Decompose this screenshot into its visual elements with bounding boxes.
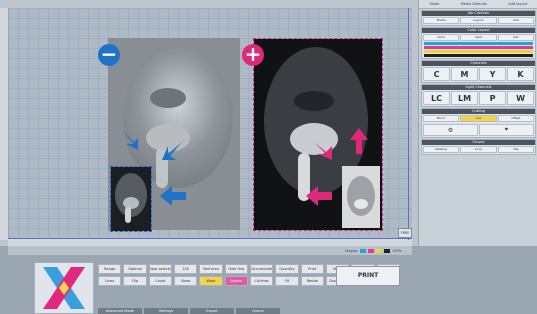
- arrow-down-right-icon: [122, 130, 138, 150]
- value-100-button[interactable]: 100: [174, 264, 198, 274]
- media-cell[interactable]: Media: [423, 17, 460, 24]
- channels-section: Channels C M Y K: [421, 60, 536, 83]
- tab-advanced-mode[interactable]: Advanced Mode: [98, 308, 142, 314]
- arrow-left-pink-icon: [306, 186, 332, 206]
- yellow-chip: [375, 248, 382, 253]
- print-button[interactable]: PRINT: [336, 266, 400, 286]
- layers-button[interactable]: Layers: [224, 276, 248, 286]
- source-thumbnail[interactable]: [110, 166, 152, 232]
- red-area-button[interactable]: Red area: [199, 264, 223, 274]
- cyan-bar: [424, 42, 533, 45]
- pin-icon[interactable]: ⌖: [479, 124, 534, 136]
- app-logo: [34, 262, 94, 314]
- channel-m[interactable]: M: [451, 67, 478, 81]
- guide-line: [408, 8, 409, 240]
- channel-lm[interactable]: LM: [451, 91, 478, 105]
- magenta-bar: [424, 46, 533, 49]
- print-small-button[interactable]: Print: [300, 264, 324, 274]
- right-panel: Mode Media Defaults Add layout Job Creat…: [418, 0, 537, 246]
- optimal-button[interactable]: Optimal: [123, 264, 147, 274]
- hide-first-button[interactable]: Hide first: [224, 264, 248, 274]
- vertical-ruler: [0, 8, 9, 240]
- status-bar: Display 100%: [8, 246, 412, 255]
- offset-cell[interactable]: Offset: [497, 115, 534, 122]
- resize-button[interactable]: Resize: [300, 276, 324, 286]
- count-button[interactable]: Count: [148, 276, 172, 286]
- minus-badge: −: [98, 44, 120, 66]
- job-creation-section: Job Creation Media Layout Add: [421, 10, 536, 26]
- channel-p[interactable]: P: [479, 91, 506, 105]
- spot-cell[interactable]: Spot: [460, 34, 497, 41]
- bottom-tabs: Advanced Mode Settings Export Queue: [98, 308, 280, 314]
- nesting-cell[interactable]: Nesting: [423, 146, 460, 153]
- tab-settings[interactable]: Settings: [144, 308, 188, 314]
- add-cell[interactable]: Add: [497, 17, 534, 24]
- range-button[interactable]: Range: [98, 264, 122, 274]
- arrow-up-icon: [350, 128, 368, 154]
- channel-k[interactable]: K: [507, 67, 534, 81]
- display-label: Display: [345, 248, 358, 253]
- yellow-bar: [424, 50, 533, 53]
- plus-badge: +: [242, 44, 264, 66]
- cutting-section: Cutting Mirror Cut Offset ⚙ ⌖: [421, 108, 536, 138]
- cyan-chip: [359, 248, 366, 253]
- light-channels-section: Light Channels LC LM P W: [421, 84, 536, 107]
- mirror-cell[interactable]: Mirror: [423, 115, 460, 122]
- settings-gear-icon[interactable]: ⚙: [423, 124, 478, 136]
- channel-lc[interactable]: LC: [423, 91, 450, 105]
- zoom-level[interactable]: 100%: [392, 249, 402, 253]
- cutlines-button[interactable]: Cutlines: [250, 276, 274, 286]
- channel-y[interactable]: Y: [479, 67, 506, 81]
- arrow-down-right-pink-icon: [314, 142, 332, 160]
- solid-cell[interactable]: Solid: [423, 34, 460, 41]
- arrow-left-icon: [160, 186, 186, 206]
- layout-cell[interactable]: Layout: [460, 17, 497, 24]
- magenta-chip: [367, 248, 374, 253]
- default-cell[interactable]: Def: [497, 34, 534, 41]
- tab-media-defaults[interactable]: Media Defaults: [461, 2, 487, 6]
- fit-button[interactable]: Fit: [275, 276, 299, 286]
- lines-button[interactable]: Lines: [98, 276, 122, 286]
- channel-w[interactable]: W: [507, 91, 534, 105]
- skew-button[interactable]: Skew: [174, 276, 198, 286]
- tab-export[interactable]: Export: [190, 308, 234, 314]
- arrow-down-left-icon: [162, 142, 182, 160]
- black-chip: [383, 248, 390, 253]
- panel-tabs: Mode Media Defaults Add layout: [419, 0, 537, 9]
- tab-queue[interactable]: Queue: [236, 308, 280, 314]
- tab-mode[interactable]: Mode: [430, 2, 440, 6]
- black-bar: [424, 54, 533, 57]
- cut-cell[interactable]: Cut: [460, 115, 497, 122]
- accumulate-button[interactable]: Accumulate: [250, 264, 274, 274]
- flip-button[interactable]: Flip: [123, 276, 147, 286]
- channel-c[interactable]: C: [423, 67, 450, 81]
- output-section: Output Nesting Crop Tile: [421, 139, 536, 155]
- preview-thumbnail[interactable]: [342, 166, 380, 228]
- free-button[interactable]: FREE: [398, 228, 412, 238]
- tab-add-layout[interactable]: Add layout: [508, 2, 527, 6]
- quantity-button[interactable]: Quantity: [275, 264, 299, 274]
- crop-cell[interactable]: Crop: [460, 146, 497, 153]
- spot-selection-button[interactable]: Spot selection: [148, 264, 172, 274]
- tile-cell[interactable]: Tile: [497, 146, 534, 153]
- color-layout-section: Color Layout Solid Spot Def: [421, 27, 536, 59]
- warp-button[interactable]: Warp: [199, 276, 223, 286]
